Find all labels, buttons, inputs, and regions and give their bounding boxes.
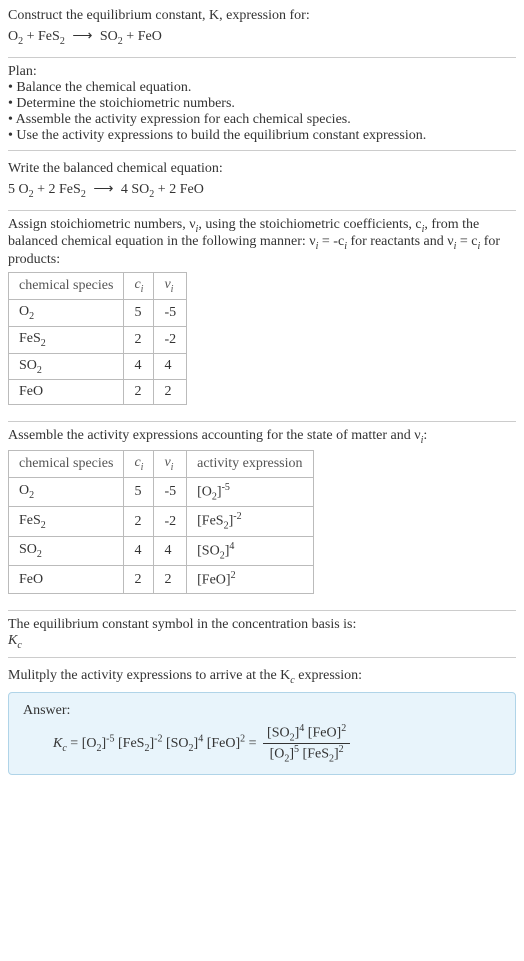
col-header: activity expression <box>187 451 313 478</box>
col-header: chemical species <box>9 451 124 478</box>
fraction: [SO2]4 [FeO]2[O2]5 [FeS2]2 <box>263 723 350 765</box>
plan-block: Plan: • Balance the chemical equation. •… <box>8 57 516 151</box>
plan-item: • Use the activity expressions to build … <box>8 128 516 144</box>
col-header: chemical species <box>9 273 124 300</box>
answer-equation: Kc = [O2]-5 [FeS2]-2 [SO2]4 [FeO]2 = [SO… <box>23 723 501 765</box>
stoich-block: Assign stoichiometric numbers, νi, using… <box>8 210 516 412</box>
table-row: FeO22 <box>9 380 187 405</box>
table-row: SO244 <box>9 353 187 380</box>
stoich-intro: Assign stoichiometric numbers, νi, using… <box>8 217 516 269</box>
table-row: O25-5[O2]-5 <box>9 477 314 506</box>
plan-title: Plan: <box>8 64 516 80</box>
symbol-block: The equilibrium constant symbol in the c… <box>8 610 516 658</box>
answer-box: Answer: Kc = [O2]-5 [FeS2]-2 [SO2]4 [FeO… <box>8 692 516 776</box>
plan-item: • Determine the stoichiometric numbers. <box>8 96 516 112</box>
plan-item: • Balance the chemical equation. <box>8 80 516 96</box>
symbol-text: The equilibrium constant symbol in the c… <box>8 617 516 633</box>
activity-block: Assemble the activity expressions accoun… <box>8 421 516 600</box>
table-row: FeO22[FeO]2 <box>9 566 314 594</box>
col-header: ci <box>124 273 154 300</box>
balanced-equation: 5 O2 + 2 FeS2 ⟶ 4 SO2 + 2 FeO <box>8 181 516 200</box>
answer-label: Answer: <box>23 703 501 719</box>
plan-item: • Assemble the activity expression for e… <box>8 112 516 128</box>
table-row: chemical species ci νi <box>9 273 187 300</box>
col-header: ci <box>124 451 154 478</box>
col-header: νi <box>154 451 187 478</box>
stoich-table: chemical species ci νi O25-5 FeS22-2 SO2… <box>8 272 187 405</box>
table-row: SO244[SO2]4 <box>9 536 314 565</box>
balanced-block: Write the balanced chemical equation: 5 … <box>8 161 516 200</box>
table-row: chemical species ci νi activity expressi… <box>9 451 314 478</box>
final-block: Mulitply the activity expressions to arr… <box>8 668 516 776</box>
table-row: O25-5 <box>9 299 187 326</box>
intro-block: Construct the equilibrium constant, K, e… <box>8 8 516 47</box>
activity-title: Assemble the activity expressions accoun… <box>8 428 516 446</box>
intro-text: Construct the equilibrium constant, K, e… <box>8 8 310 23</box>
table-row: FeS22-2 <box>9 326 187 353</box>
activity-table: chemical species ci νi activity expressi… <box>8 450 314 594</box>
intro-equation: O2 + FeS2 ⟶ SO2 + FeO <box>8 28 516 47</box>
symbol-k: Kc <box>8 633 516 651</box>
final-title: Mulitply the activity expressions to arr… <box>8 668 516 686</box>
col-header: νi <box>154 273 187 300</box>
balanced-title: Write the balanced chemical equation: <box>8 161 516 177</box>
table-row: FeS22-2[FeS2]-2 <box>9 507 314 536</box>
